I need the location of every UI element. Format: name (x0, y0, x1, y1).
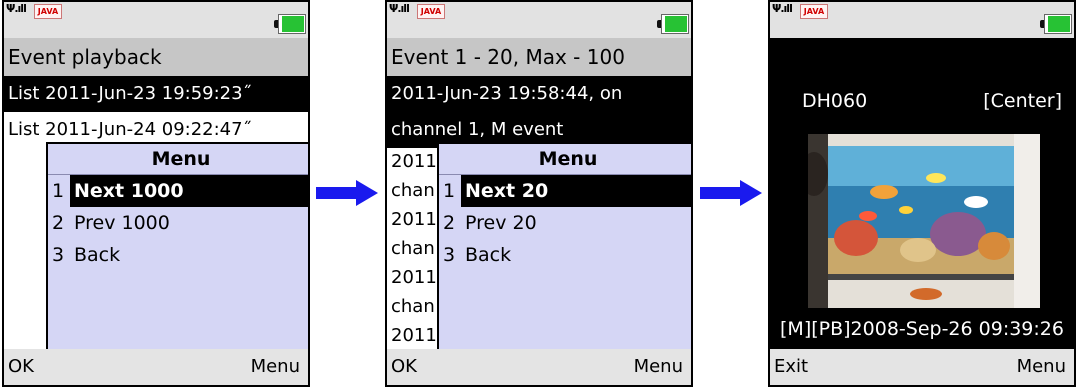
menu-softkey[interactable]: Menu (1017, 349, 1066, 385)
menu-item-label: Prev 20 (465, 212, 537, 234)
arrow-right-icon (700, 180, 762, 206)
camera-position: [Center] (983, 90, 1062, 112)
soft-key-bar: Exit Menu (770, 349, 1074, 385)
exit-softkey[interactable]: Exit (774, 349, 808, 385)
menu-item-back[interactable]: 3 Back (439, 239, 691, 271)
phone-screen-event-playback: Ψ.ıll JAVA Event playback List 2011-Jun-… (2, 0, 310, 387)
menu-item-back[interactable]: 3 Back (48, 239, 308, 271)
menu-item-number: 2 (443, 212, 456, 234)
menu-softkey[interactable]: Menu (251, 349, 300, 385)
menu-item-number: 1 (443, 180, 456, 202)
menu-item-label: Prev 1000 (74, 212, 170, 234)
menu-item-number: 2 (52, 212, 65, 234)
list-item-line[interactable]: 2011-Jun-23 19:58:44, on (387, 76, 691, 112)
screen-title: Event playback (4, 38, 308, 76)
status-bar: Ψ.ıll JAVA (4, 2, 308, 38)
options-menu: Menu 1 Next 1000 2 Prev 1000 3 Back (46, 142, 308, 354)
java-logo-icon: JAVA (417, 4, 445, 19)
battery-icon (1040, 14, 1072, 34)
status-bar: Ψ.ıll JAVA (387, 2, 691, 38)
menu-item-number: 1 (52, 180, 65, 202)
aquarium-image (808, 134, 1040, 308)
menu-item-label: Next 1000 (70, 175, 308, 207)
battery-icon (657, 14, 689, 34)
signal-strength-icon: Ψ.ıll (6, 2, 27, 15)
options-menu: Menu 1 Next 20 2 Prev 20 3 Back (437, 142, 691, 354)
video-screen: DH060 [Center] [M][PB]2008-Sep-26 09:39:… (770, 38, 1074, 353)
menu-softkey[interactable]: Menu (634, 349, 683, 385)
soft-key-bar: OK Menu (387, 349, 691, 385)
ok-softkey[interactable]: OK (391, 349, 417, 385)
menu-item-label: Back (465, 244, 512, 266)
menu-item-label: Back (74, 244, 121, 266)
menu-item-number: 3 (443, 244, 456, 266)
ok-softkey[interactable]: OK (8, 349, 34, 385)
menu-item-next-1000[interactable]: 1 Next 1000 (48, 175, 308, 207)
camera-name: DH060 (802, 90, 868, 112)
status-bar: Ψ.ıll JAVA (770, 2, 1074, 38)
menu-item-label: Next 20 (461, 175, 691, 207)
menu-item-next-20[interactable]: 1 Next 20 (439, 175, 691, 207)
list-item[interactable]: List 2011-Jun-23 19:59:23˝ (4, 76, 308, 112)
screen-title: Event 1 - 20, Max - 100 (387, 38, 691, 76)
arrow-right-icon (316, 180, 378, 206)
phone-screen-event-list: Ψ.ıll JAVA Event 1 - 20, Max - 100 2011-… (385, 0, 693, 387)
menu-header: Menu (48, 144, 308, 175)
camera-video-frame[interactable] (808, 134, 1040, 308)
battery-icon (274, 14, 306, 34)
soft-key-bar: OK Menu (4, 349, 308, 385)
signal-strength-icon: Ψ.ıll (389, 2, 410, 15)
menu-item-prev-20[interactable]: 2 Prev 20 (439, 207, 691, 239)
menu-item-number: 3 (52, 244, 65, 266)
signal-strength-icon: Ψ.ıll (772, 2, 793, 15)
java-logo-icon: JAVA (800, 4, 828, 19)
phone-screen-video-playback: Ψ.ıll JAVA DH060 [Center] [M][PB]2008-Se… (768, 0, 1076, 387)
menu-item-prev-1000[interactable]: 2 Prev 1000 (48, 207, 308, 239)
playback-timestamp: [M][PB]2008-Sep-26 09:39:26 (780, 318, 1064, 340)
java-logo-icon: JAVA (34, 4, 62, 19)
menu-header: Menu (439, 144, 691, 175)
